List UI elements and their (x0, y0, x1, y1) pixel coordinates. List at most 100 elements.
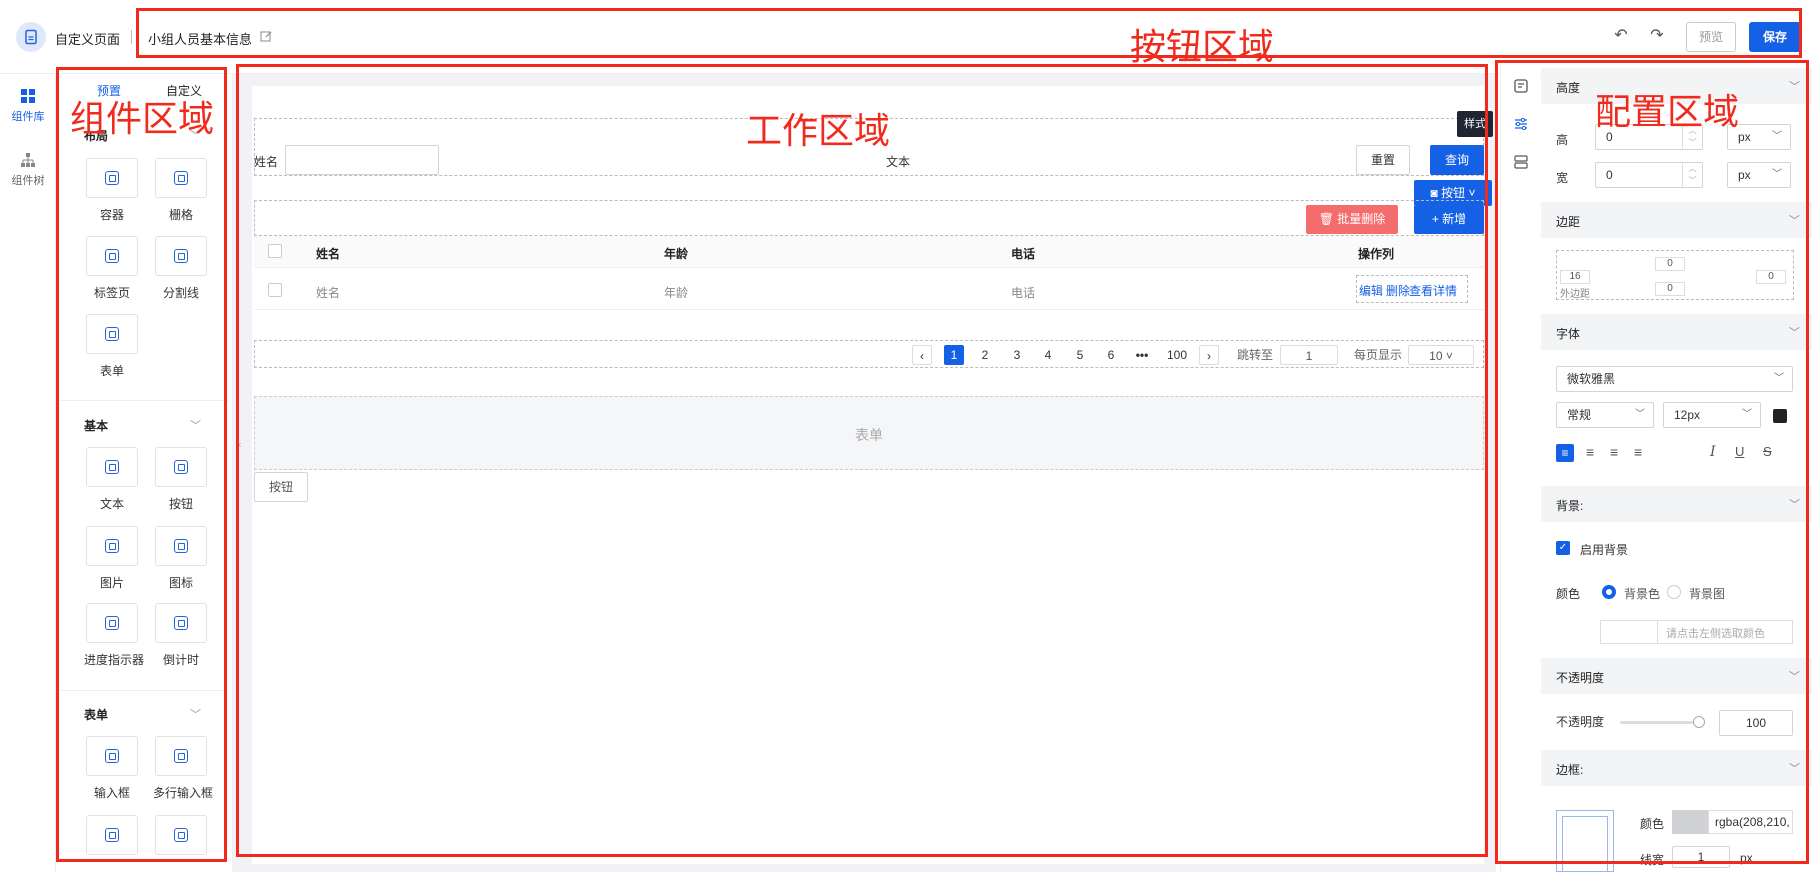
chevron-down-icon[interactable]: ﹀ (190, 417, 201, 433)
page-ellipsis[interactable]: ••• (1130, 345, 1154, 365)
section-border[interactable]: 边框: ﹀ (1541, 750, 1812, 786)
text-component[interactable]: 文本 (886, 153, 910, 170)
width-input[interactable]: 0 ︿ ﹀ (1595, 162, 1703, 188)
component-container[interactable]: 容器 (84, 158, 140, 223)
view-details-link[interactable]: 查看详情 (1409, 282, 1457, 299)
component-form[interactable]: 表单 (84, 314, 140, 379)
enable-background-checkbox[interactable]: ✓ (1556, 541, 1570, 555)
rail-item-component-tree[interactable]: 组件树 (0, 152, 56, 188)
width-unit-select[interactable]: px ﹀ (1727, 162, 1791, 188)
component-grid[interactable]: 栅格 (153, 158, 209, 223)
preview-button[interactable]: 预览 (1686, 22, 1736, 52)
reset-button[interactable]: 重置 (1356, 145, 1410, 175)
row-checkbox[interactable] (268, 283, 282, 297)
align-center-icon[interactable]: ≡ (1586, 444, 1594, 460)
margin-right-input[interactable]: 0 (1756, 270, 1786, 284)
bg-image-radio[interactable] (1667, 585, 1681, 599)
align-left-icon[interactable]: ≡ (1556, 444, 1574, 462)
page-4[interactable]: 4 (1038, 345, 1058, 365)
outer-margin-label: 外边距 (1560, 289, 1590, 300)
align-justify-icon[interactable]: ≡ (1634, 444, 1642, 460)
collapse-left-icon[interactable]: ‹ (238, 439, 242, 451)
opacity-slider-handle[interactable] (1693, 716, 1705, 728)
component-progress[interactable]: 进度指示器 (84, 603, 144, 668)
section-margin[interactable]: 边距 ﹀ (1541, 202, 1812, 238)
countdown-icon (155, 603, 207, 643)
font-size-select[interactable]: 12px ﹀ (1663, 402, 1761, 428)
page-6[interactable]: 6 (1101, 345, 1121, 365)
underline-icon[interactable]: U (1735, 444, 1744, 459)
component-divider[interactable]: 分割线 (153, 236, 209, 301)
font-family-select[interactable]: 微软雅黑 ﹀ (1556, 366, 1793, 392)
component-icon[interactable]: 图标 (153, 526, 209, 591)
component-more-2[interactable] (153, 815, 209, 855)
batch-delete-button[interactable]: 🗑 批量删除 (1306, 205, 1398, 234)
opacity-slider-track[interactable] (1620, 721, 1700, 724)
select-all-checkbox[interactable] (268, 244, 282, 258)
properties-icon[interactable] (1513, 78, 1529, 94)
bg-color-placeholder: 请点击左侧选取颜色 (1666, 628, 1765, 640)
action-row[interactable] (254, 200, 1484, 236)
margin-left-input[interactable]: 16 (1560, 270, 1590, 284)
add-button[interactable]: + 新增 (1414, 205, 1484, 234)
next-page-button[interactable]: › (1199, 345, 1219, 365)
width-stepper[interactable]: ︿ ﹀ (1682, 163, 1702, 187)
page-100[interactable]: 100 (1163, 345, 1191, 365)
opacity-input[interactable]: 100 (1719, 710, 1793, 736)
form-icon (86, 314, 138, 354)
page-3[interactable]: 3 (1007, 345, 1027, 365)
strikethrough-icon[interactable]: S (1763, 444, 1772, 459)
style-settings-icon[interactable] (1513, 116, 1529, 132)
component-input[interactable]: 输入框 (84, 736, 140, 801)
per-page-select[interactable]: 10 ˅ (1408, 345, 1474, 365)
component-more-1[interactable] (84, 815, 140, 855)
canvas-button[interactable]: 按钮 (254, 472, 308, 502)
edit-icon[interactable] (260, 30, 273, 43)
data-source-icon[interactable] (1513, 154, 1529, 170)
font-color-swatch[interactable] (1773, 409, 1787, 423)
name-input[interactable] (285, 145, 439, 175)
title-divider (131, 30, 132, 44)
italic-icon[interactable]: I (1710, 444, 1716, 460)
component-text[interactable]: 文本 (84, 447, 140, 512)
section-title: 边框: (1556, 763, 1584, 777)
section-font[interactable]: 字体 ﹀ (1541, 314, 1812, 350)
bg-color-radio[interactable] (1602, 585, 1616, 599)
redo-icon[interactable]: ↷ (1648, 27, 1666, 45)
jump-to-input[interactable]: 1 (1280, 345, 1338, 365)
delete-link[interactable]: 删除 (1386, 282, 1410, 299)
chevron-down-icon: ﹀ (1742, 409, 1752, 420)
section-background[interactable]: 背景: ﹀ (1541, 486, 1812, 522)
page-2[interactable]: 2 (975, 345, 995, 365)
rail-item-component-library[interactable]: 组件库 (0, 88, 56, 124)
table-cell-name: 姓名 (316, 286, 341, 300)
section-opacity[interactable]: 不透明度 ﹀ (1541, 658, 1812, 694)
align-right-icon[interactable]: ≡ (1610, 444, 1618, 460)
border-color-input[interactable]: rgba(208,210, (1708, 810, 1793, 834)
style-tooltip: 样式 (1457, 111, 1493, 137)
page-1[interactable]: 1 (944, 345, 964, 365)
edit-link[interactable]: 编辑 (1359, 282, 1383, 299)
prev-page-button[interactable]: ‹ (912, 345, 932, 365)
chevron-down-icon[interactable]: ﹀ (190, 706, 201, 722)
margin-inner-input[interactable]: 0 (1655, 282, 1685, 296)
component-button[interactable]: 按钮 (153, 447, 209, 512)
chevron-down-icon: ﹀ (1789, 215, 1800, 227)
margin-top-input[interactable]: 0 (1655, 257, 1685, 271)
component-image[interactable]: 图片 (84, 526, 140, 591)
border-color-swatch[interactable] (1672, 810, 1708, 834)
component-countdown[interactable]: 倒计时 (153, 603, 209, 668)
page-name: 小组人员基本信息 (148, 32, 253, 47)
query-button[interactable]: 查询 (1430, 145, 1484, 175)
undo-icon[interactable]: ↶ (1612, 27, 1630, 45)
font-weight-select[interactable]: 常规 ﹀ (1556, 402, 1654, 428)
bg-color-preview[interactable] (1600, 620, 1658, 644)
component-textarea[interactable]: 多行输入框 (153, 736, 213, 801)
textarea-icon (155, 736, 207, 776)
chevron-down-icon: ﹀ (1789, 671, 1800, 683)
input-icon (86, 736, 138, 776)
component-tabs[interactable]: 标签页 (84, 236, 140, 301)
page-5[interactable]: 5 (1070, 345, 1090, 365)
border-width-input[interactable]: 1 (1672, 846, 1730, 868)
save-button[interactable]: 保存 (1749, 22, 1801, 52)
